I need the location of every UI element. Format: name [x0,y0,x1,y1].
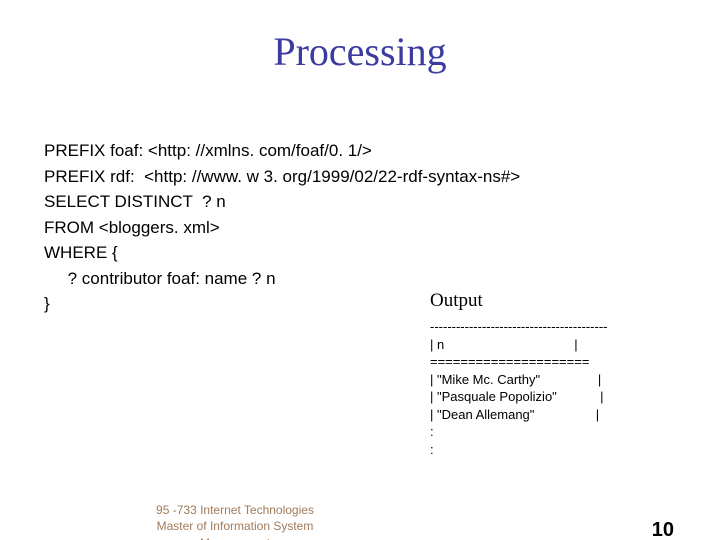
footer-course-info: 95 -733 Internet Technologies Master of … [120,502,350,540]
output-heading: Output [430,290,483,312]
footer-line-1: 95 -733 Internet Technologies [156,503,314,517]
slide-title: Processing [0,28,720,75]
footer-line-2: Master of Information System Management [157,519,314,540]
page-number: 10 [652,519,674,540]
output-text: ----------------------------------------… [430,318,608,458]
